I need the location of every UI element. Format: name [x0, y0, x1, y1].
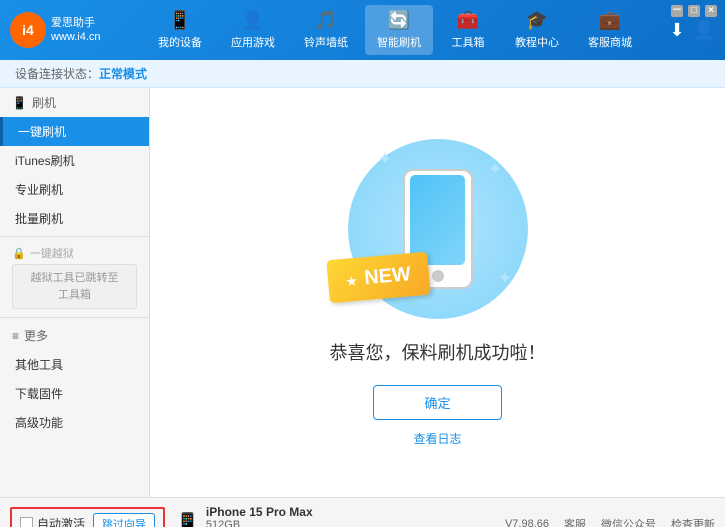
device-info-area: 📱 iPhone 15 Pro Max 512GB iPhone: [175, 505, 313, 527]
user-button[interactable]: 👤: [693, 20, 715, 41]
sidebar-item-one-key-flash[interactable]: 一键刷机: [0, 117, 149, 146]
lock-icon: 🔒: [12, 247, 26, 260]
breadcrumb: 设备连接状态： 正常模式: [0, 60, 725, 88]
sparkle-icon-1: ✦: [378, 149, 393, 170]
sidebar-item-pro-flash[interactable]: 专业刷机: [0, 175, 149, 204]
download-button[interactable]: ⬇: [669, 20, 684, 41]
breadcrumb-status: 正常模式: [99, 65, 147, 82]
flash-section-label: 刷机: [32, 94, 56, 111]
success-text: 恭喜您，保料刷机成功啦！: [330, 339, 546, 365]
service-icon: 💼: [599, 10, 621, 31]
auto-activate-option: 自动激活: [20, 515, 85, 527]
sparkle-icon-3: ✦: [497, 268, 512, 289]
device-box: 自动激活 跳过向导: [10, 507, 165, 527]
jailbreak-section: 🔒 一键越狱 越狱工具已跳转至工具箱: [0, 240, 149, 314]
more-section-label: 更多: [24, 327, 48, 344]
nav-service[interactable]: 💼 客服商城: [576, 5, 644, 55]
version-label: V7.98.66: [505, 518, 549, 527]
device-info: iPhone 15 Pro Max 512GB iPhone: [206, 505, 313, 527]
breadcrumb-prefix: 设备连接状态：: [15, 65, 99, 82]
nav-tutorials[interactable]: 🎓 教程中心: [503, 5, 571, 55]
toolbox-icon: 🧰: [457, 10, 479, 31]
sparkle-icon-2: ✦: [487, 159, 502, 180]
header-right: ⬇ 👤: [669, 20, 715, 41]
minimize-button[interactable]: －: [671, 5, 683, 17]
ringtones-icon: 🎵: [315, 10, 337, 31]
device-icon: 📱: [175, 511, 200, 527]
nav-my-device[interactable]: 📱 我的设备: [146, 5, 214, 55]
tutorials-icon: 🎓: [526, 10, 548, 31]
guide-button[interactable]: 跳过向导: [93, 513, 155, 527]
auto-activate-label: 自动激活: [37, 515, 85, 527]
nav-bar: 📱 我的设备 👤 应用游戏 🎵 铃声墙纸 🔄 智能刷机 🧰 工具箱 🎓: [121, 5, 670, 55]
nav-toolbox[interactable]: 🧰 工具箱: [438, 5, 498, 55]
check-update-link[interactable]: 检查更新: [671, 516, 715, 527]
nav-apps-games[interactable]: 👤 应用游戏: [219, 5, 287, 55]
divider-2: [0, 317, 149, 318]
maximize-button[interactable]: □: [688, 5, 700, 17]
auto-activate-checkbox[interactable]: [20, 517, 33, 527]
device-storage: 512GB: [206, 519, 313, 527]
main-content: ✦ ✦ ✦ NEW 恭喜您，保料刷机成功啦！ 确定 查看日志: [150, 88, 725, 497]
customer-service-link[interactable]: 客服: [564, 516, 586, 527]
confirm-button[interactable]: 确定: [373, 385, 501, 420]
device-name: iPhone 15 Pro Max: [206, 505, 313, 519]
apps-games-icon: 👤: [242, 10, 264, 31]
phone-illustration: ✦ ✦ ✦ NEW: [348, 139, 528, 319]
my-device-icon: 📱: [169, 10, 191, 31]
log-link[interactable]: 查看日志: [413, 430, 461, 447]
close-button[interactable]: ×: [705, 5, 717, 17]
sidebar-more-header: ≡ 更多: [0, 321, 149, 350]
sidebar-item-download-fw[interactable]: 下载固件: [0, 379, 149, 408]
nav-smart-flash[interactable]: 🔄 智能刷机: [365, 5, 433, 55]
sidebar-item-batch-flash[interactable]: 批量刷机: [0, 204, 149, 233]
app-header: i4 爱思助手 www.i4.cn 📱 我的设备 👤 应用游戏 🎵 铃声墙纸 🔄: [0, 0, 725, 60]
jailbreak-label: 🔒 一键越狱: [12, 245, 137, 261]
main-area: 📱 刷机 一键刷机 iTunes刷机 专业刷机 批量刷机 🔒 一键越狱: [0, 88, 725, 497]
nav-ringtones[interactable]: 🎵 铃声墙纸: [292, 5, 360, 55]
logo-area: i4 爱思助手 www.i4.cn: [10, 12, 101, 48]
new-badge: NEW: [326, 251, 430, 303]
divider-1: [0, 236, 149, 237]
phone-home-button: [432, 270, 444, 282]
sidebar-item-advanced[interactable]: 高级功能: [0, 408, 149, 437]
sidebar-flash-header: 📱 刷机: [0, 88, 149, 117]
sidebar-item-other-tools[interactable]: 其他工具: [0, 350, 149, 379]
wechat-link[interactable]: 微信公众号: [601, 516, 656, 527]
bottom-bar: 自动激活 跳过向导 📱 iPhone 15 Pro Max 512GB iPho…: [0, 497, 725, 527]
logo-text: i4: [22, 22, 34, 38]
logo-tagline: 爱思助手 www.i4.cn: [51, 16, 101, 45]
sidebar: 📱 刷机 一键刷机 iTunes刷机 专业刷机 批量刷机 🔒 一键越狱: [0, 88, 150, 497]
more-section-icon: ≡: [12, 329, 19, 343]
sidebar-item-itunes-flash[interactable]: iTunes刷机: [0, 146, 149, 175]
flash-section-icon: 📱: [12, 96, 27, 110]
logo-icon: i4: [10, 12, 46, 48]
jailbreak-notice: 越狱工具已跳转至工具箱: [12, 264, 137, 309]
bottom-right: V7.98.66 客服 微信公众号 检查更新: [505, 516, 715, 527]
smart-flash-icon: 🔄: [388, 10, 410, 31]
